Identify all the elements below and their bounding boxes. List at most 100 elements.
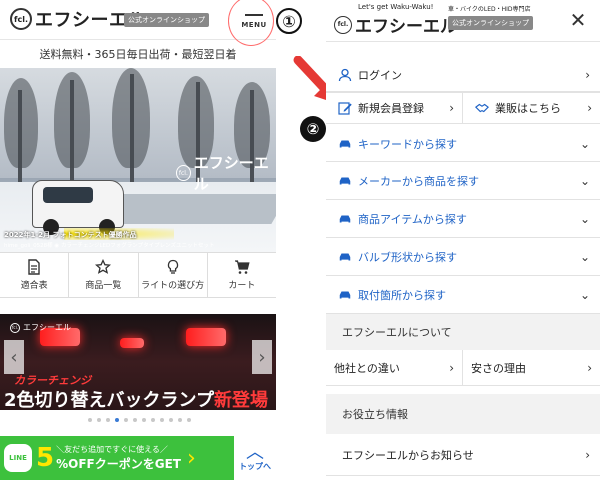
led-specialty-text: 車・バイクのLED・HID専門店 [448,6,531,13]
chevron-down-icon: ⌄ [579,212,590,226]
chevron-right-icon: › [449,360,454,375]
coupon-percent: 5 [36,443,55,473]
hero-logo: fcl. エフシーエル [176,152,276,194]
shop-badge: 公式オンラインショップ [124,13,209,27]
back-to-top-label: トップへ [239,461,271,471]
annotation-step-2: ② [300,116,326,142]
search-row-label: 商品アイテムから探す [358,213,467,226]
banner-logo-text: エフシーエル [23,323,71,332]
category-compat-table[interactable]: 適合表 [0,253,70,297]
hamburger-icon [245,13,263,16]
tagline: Let's get Waku-Waku! [358,3,434,11]
car-icon [339,291,351,299]
logo-mark: fcl. [10,8,32,30]
category-cart[interactable]: カート [208,253,276,297]
edit-icon [338,102,352,115]
category-label: カート [228,281,256,291]
search-row-location[interactable]: 取付箇所から探す ⌄ [326,277,600,314]
menu-button[interactable]: MENU [236,6,272,36]
carousel-next-button[interactable]: › [252,340,272,374]
hero-logo-text: エフシーエル [193,154,269,193]
promo-banner[interactable]: fcl. エフシーエル カラーチェンジ 2色切り替えバックランプ新登場 ‹ › [0,314,276,410]
coupon-text: ＼友だち追加ですぐに使える／ %OFFクーポンをGET [56,444,181,472]
chevron-right-icon: › [449,101,454,115]
menu-logo[interactable]: fcl. エフシーエル [334,12,457,37]
line-coupon-banner[interactable]: LINE 5 ＼友だち追加ですぐに使える／ %OFFクーポンをGET › [0,436,234,480]
annotation-step-1: ① [276,8,302,34]
cheap-reason-button[interactable]: 安さの理由 › [463,350,600,386]
chevron-right-icon: › [258,346,266,368]
news-row[interactable]: エフシーエルからお知らせ › [326,434,600,476]
carousel-dot[interactable] [151,418,155,422]
carousel-prev-button[interactable]: ‹ [4,340,24,374]
carousel-dot[interactable] [133,418,137,422]
chevron-down-icon: ⌄ [579,136,590,151]
carousel-dot[interactable] [106,418,110,422]
category-label: 商品一覧 [85,281,122,291]
tree-crown [4,78,38,168]
carousel-dot[interactable] [160,418,164,422]
tail-light-right [186,328,226,346]
search-row-item[interactable]: 商品アイテムから探す ⌄ [326,201,600,238]
menu-logo-text: エフシーエル [355,17,457,37]
carousel-dot[interactable] [124,418,128,422]
carousel-dot[interactable] [169,418,173,422]
cheap-reason-label: 安さの理由 [471,361,526,375]
menu-shop-badge: 公式オンラインショップ [448,16,533,30]
carousel-dot[interactable] [97,418,101,422]
close-button[interactable]: ✕ [566,8,590,32]
category-label: 適合表 [20,281,48,291]
category-label: ライトの選び方 [141,281,205,291]
tree-crown [112,68,150,168]
banner-logo: fcl. エフシーエル [10,322,71,333]
search-row-label: メーカーから商品を探す [358,175,479,188]
difference-button[interactable]: 他社との違い › [326,350,463,386]
chevron-left-icon: ‹ [10,346,18,368]
car-window [43,187,93,203]
chevron-up-icon: ︿ [246,441,264,463]
car-icon [339,215,351,223]
register-button[interactable]: 新規会員登録 › [326,92,463,124]
category-light-guide[interactable]: ライトの選び方 [139,253,208,297]
car [32,180,124,235]
banner-title-suffix: 新登場 [214,390,268,410]
banner-title-mid: バックランプ [106,390,214,410]
search-row-keyword[interactable]: キーワードから探す ⌄ [326,126,600,162]
chevron-down-icon: ⌄ [579,174,590,188]
star-icon [95,259,112,274]
info-section-heading: お役立ち情報 [326,394,600,434]
carousel-dot[interactable] [187,418,191,422]
menu-header: Let's get Waku-Waku! 車・バイクのLED・HID専門店 fc… [326,0,600,42]
hero-subcaption: hime_goli_0528様 ◉ カラーチェンジLEDフォグランプタイプレンズ… [4,243,215,249]
search-row-bulb-shape[interactable]: バルブ形状から探す ⌄ [326,239,600,276]
back-to-top-button[interactable]: ︿ トップへ [234,436,276,480]
wholesale-button[interactable]: 業販はこちら › [463,92,600,124]
carousel-dot[interactable] [88,418,92,422]
search-row-label: バルブ形状から探す [358,251,457,264]
menu-logo-mark: fcl. [334,15,352,34]
spacer [326,386,600,394]
register-label: 新規会員登録 [358,102,424,115]
chevron-right-icon: › [587,101,592,115]
category-product-list[interactable]: 商品一覧 [69,253,139,297]
carousel-dot[interactable] [178,418,182,422]
wholesale-label: 業販はこちら [495,102,561,115]
cart-icon [234,260,250,274]
line-icon: LINE [4,444,32,472]
login-row[interactable]: ログイン › [326,58,600,92]
carousel-dot[interactable] [142,418,146,422]
coupon-top-text: ＼友だち追加ですぐに使える／ [56,445,168,454]
tree-crown [54,72,90,168]
chevron-down-icon: ⌄ [579,250,590,264]
close-icon: ✕ [569,8,587,32]
hero-image[interactable]: fcl. エフシーエル [0,68,276,252]
search-row-maker[interactable]: メーカーから商品を探す ⌄ [326,163,600,200]
search-row-label: 取付箇所から探す [358,289,446,302]
car-icon [339,177,351,185]
menu-label: MENU [241,20,267,29]
carousel-dots [88,418,191,422]
chevron-right-icon: › [587,360,592,375]
left-screen: fcl. エフシーエル 公式オンラインショップ MENU 送料無料・365日毎日… [0,0,276,480]
carousel-dot-active[interactable] [115,418,119,422]
car-icon [339,140,351,147]
